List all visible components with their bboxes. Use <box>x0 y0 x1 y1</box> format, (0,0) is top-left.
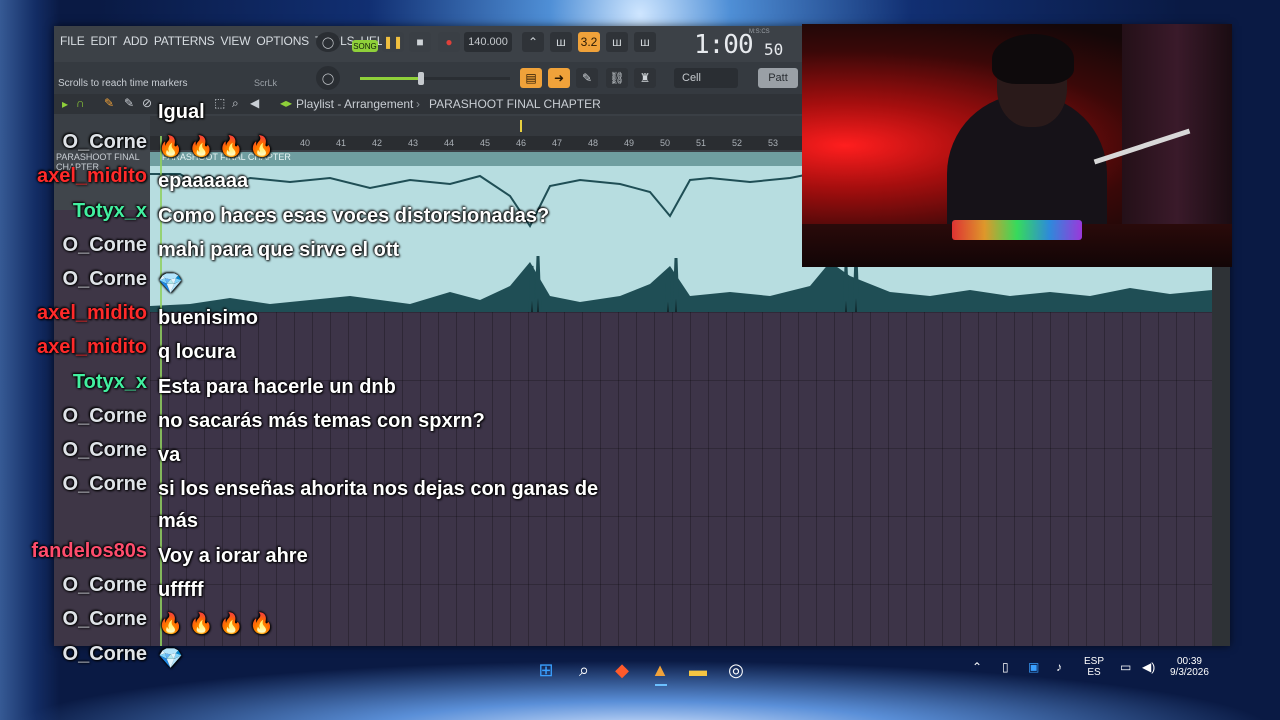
ruler-tick: 52 <box>732 138 743 148</box>
chat-overlay: Igual O_Corne 🔥 🔥 🔥 🔥 axel_midito epaaaa… <box>0 0 700 720</box>
chat-text: buenisimo <box>158 307 259 329</box>
chat-username <box>0 96 158 128</box>
chat-text: mahi para que sirve el ott <box>158 239 400 261</box>
volume-icon[interactable]: ◀) <box>1142 660 1155 674</box>
chat-message: O_Corne 🔥 🔥 🔥 🔥 <box>0 131 608 163</box>
windows-start-icon[interactable]: ⊞ <box>534 658 558 682</box>
chat-message: O_Corne ufffff <box>0 574 608 606</box>
chat-username: O_Corne <box>62 608 147 630</box>
chat-text: si los enseñas ahorita nos dejas con gan… <box>158 478 599 532</box>
clock-time: 00:39 <box>1176 656 1202 667</box>
chat-message: axel_midito q locura <box>0 336 608 368</box>
pattern-select[interactable]: Patt <box>758 68 798 88</box>
chat-text: 🔥 🔥 🔥 🔥 <box>158 613 275 635</box>
chat-username: axel_midito <box>36 336 147 358</box>
clock-date: 9/3/2026 <box>1170 667 1209 678</box>
chat-username: fandelos80s <box>31 540 147 562</box>
steam-icon[interactable]: ◎ <box>724 658 748 682</box>
chat-text: 💎 <box>158 273 183 295</box>
streamer-hair <box>992 34 1074 84</box>
chat-username: O_Corne <box>62 131 147 153</box>
chat-message: O_Corne no sacarás más temas con spxrn? <box>0 405 608 437</box>
chat-text: va <box>158 444 181 466</box>
chat-message: O_Corne mahi para que sirve el ott <box>0 234 608 266</box>
chat-username: O_Corne <box>62 473 147 495</box>
chat-text: ufffff <box>158 579 204 601</box>
network-icon[interactable]: ▭ <box>1120 660 1131 674</box>
chat-message: axel_midito buenisimo <box>0 302 608 334</box>
chat-message: fandelos80s Voy a iorar ahre <box>0 540 608 572</box>
chat-username: axel_midito <box>36 165 147 187</box>
chat-username: O_Corne <box>62 439 147 461</box>
chat-message: O_Corne 🔥 🔥 🔥 🔥 <box>0 608 608 640</box>
clock[interactable]: 00:39 9/3/2026 <box>1170 656 1209 678</box>
chat-username: O_Corne <box>62 574 147 596</box>
language-indicator[interactable]: ESP ES <box>1084 656 1104 678</box>
app-tray-icon[interactable]: ▣ <box>1028 660 1039 674</box>
chat-username: O_Corne <box>62 268 147 290</box>
chat-text: Igual <box>158 101 205 123</box>
chat-username: Totyx_x <box>72 200 147 222</box>
chat-message: axel_midito epaaaaaa <box>0 165 608 197</box>
chat-username: O_Corne <box>62 643 147 665</box>
chat-text: Voy a iorar ahre <box>158 545 308 567</box>
active-app-indicator <box>655 684 667 686</box>
chat-message: Totyx_x Esta para hacerle un dnb <box>0 371 608 403</box>
chat-text: Esta para hacerle un dnb <box>158 376 396 398</box>
windows-taskbar: ⊞ ⌕ ◆ ▲ ▬ ◎ ⌃ ▯ ▣ ♪ ESP ES ▭ ◀) 00:39 9/… <box>510 650 1230 688</box>
time-display: 1:00 <box>694 30 754 60</box>
time-format-label: M:S:CS <box>749 29 770 35</box>
chat-message: Totyx_x Como haces esas voces distorsion… <box>0 200 608 232</box>
microphone-icon[interactable]: ♪ <box>1056 660 1062 674</box>
webcam-overlay <box>802 24 1232 267</box>
chat-username: Totyx_x <box>72 371 147 393</box>
time-display-cs: 50 <box>764 40 784 59</box>
rgb-keyboard <box>952 220 1082 240</box>
chat-text: q locura <box>158 341 236 363</box>
chat-text: no sacarás más temas con spxrn? <box>158 410 485 432</box>
brave-browser-icon[interactable]: ◆ <box>610 658 634 682</box>
tray-overflow-icon[interactable]: ⌃ <box>972 660 982 674</box>
chat-message: O_Corne si los enseñas ahorita nos dejas… <box>0 473 608 537</box>
ruler-tick: 53 <box>768 138 779 148</box>
chat-message: O_Corne va <box>0 439 608 471</box>
file-explorer-icon[interactable]: ▬ <box>686 658 710 682</box>
language-code: ESP <box>1084 656 1105 667</box>
chat-username: O_Corne <box>62 234 147 256</box>
chat-username: O_Corne <box>62 405 147 427</box>
search-icon[interactable]: ⌕ <box>572 658 596 682</box>
chat-text: 🔥 🔥 🔥 🔥 <box>158 136 275 158</box>
keyboard-layout: ES <box>1087 667 1101 678</box>
fl-studio-icon[interactable]: ▲ <box>648 658 672 682</box>
chat-message: O_Corne 💎 <box>0 268 608 300</box>
chat-username: axel_midito <box>36 302 147 324</box>
usb-icon[interactable]: ▯ <box>1002 660 1009 674</box>
chat-text: Como haces esas voces distorsionadas? <box>158 205 550 227</box>
chat-message-partial: Igual <box>0 96 608 128</box>
chat-text: epaaaaaa <box>158 170 249 192</box>
